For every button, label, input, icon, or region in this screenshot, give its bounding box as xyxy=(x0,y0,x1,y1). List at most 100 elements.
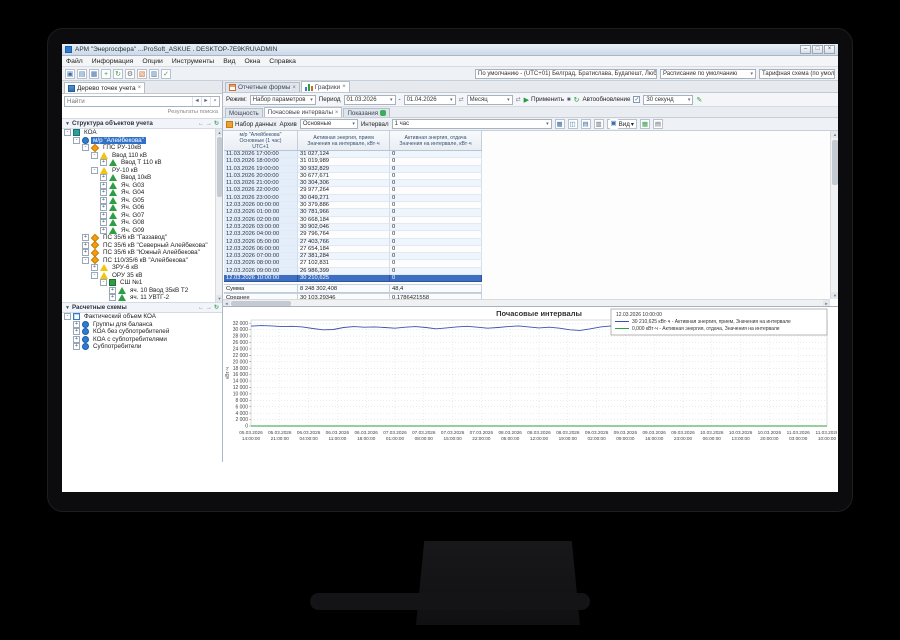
table-cell[interactable]: 27 102,831 xyxy=(298,260,390,267)
expand-node-icon[interactable]: + xyxy=(100,189,107,196)
link-step-icon[interactable]: ⇄ xyxy=(516,96,521,103)
date-from-select[interactable]: 01.03.2026▾ xyxy=(344,95,396,105)
expand-node-icon[interactable]: + xyxy=(100,197,107,204)
expand-node-icon[interactable]: + xyxy=(100,227,107,234)
tree-item[interactable]: +Яч. G04 xyxy=(62,189,222,197)
scheme-item[interactable]: +КОА с субпотребителями xyxy=(62,336,222,344)
table-row[interactable]: 12.03.2026 06:00:0027 654,1840 xyxy=(224,246,482,253)
mode-select[interactable]: Набор параметров▾ xyxy=(250,95,316,105)
table-cell[interactable]: 11.03.2026 22:00:00 xyxy=(224,187,298,194)
expand-node-icon[interactable]: + xyxy=(91,264,98,271)
table-cell[interactable]: 30 049,271 xyxy=(298,195,390,202)
table-cell[interactable]: 26 986,399 xyxy=(298,268,390,275)
column-header[interactable]: Активная энергия, приемЗначения на интер… xyxy=(298,131,390,150)
subtab-power[interactable]: Мощность xyxy=(225,108,263,117)
table-cell[interactable]: 12.03.2026 06:00:00 xyxy=(224,246,298,253)
tree-item[interactable]: +Ввод 10кВ xyxy=(62,174,222,182)
table-cell[interactable]: 0 xyxy=(390,166,482,173)
table-cell[interactable]: 0 xyxy=(390,224,482,231)
tree-item[interactable]: -м/р "Алейбекова" xyxy=(62,137,222,145)
close-icon[interactable]: × xyxy=(335,110,339,116)
table-cell[interactable]: 31 019,989 xyxy=(298,158,390,165)
table-row[interactable]: 12.03.2026 08:00:0027 102,8310 xyxy=(224,260,482,267)
table-cell[interactable]: 11.03.2026 20:00:00 xyxy=(224,173,298,180)
hourly-intervals-chart[interactable]: 02 0004 0006 0008 00010 00012 00014 0001… xyxy=(223,307,837,461)
subtab-hourly-intervals[interactable]: Почасовые интервалы× xyxy=(264,107,343,117)
table-cell[interactable]: 27 654,184 xyxy=(298,246,390,253)
export-excel-icon[interactable]: ▦ xyxy=(640,119,650,129)
close-icon[interactable]: × xyxy=(292,85,296,91)
close-icon[interactable]: × xyxy=(138,85,142,91)
expand-node-icon[interactable]: + xyxy=(100,219,107,226)
view-button[interactable]: ▣Вид▾ xyxy=(607,119,637,129)
table-cell[interactable]: 12.03.2026 07:00:00 xyxy=(224,253,298,260)
collapse-node-icon[interactable]: - xyxy=(91,167,98,174)
table-cell[interactable]: 0 xyxy=(390,173,482,180)
table-row[interactable]: 11.03.2026 19:00:0030 932,8290 xyxy=(224,166,482,173)
expand-node-icon[interactable]: + xyxy=(82,249,89,256)
column-header[interactable]: Активная энергия, отдачаЗначения на инте… xyxy=(390,131,482,150)
scheme-item[interactable]: +Группы для баланса xyxy=(62,321,222,329)
refresh-icon[interactable]: ↻ xyxy=(574,96,580,104)
table-icon[interactable]: ▦ xyxy=(89,69,99,79)
collapse-node-icon[interactable]: - xyxy=(82,144,89,151)
maximize-button[interactable]: □ xyxy=(812,45,823,54)
tree-item[interactable]: +ПС 35/6 кВ "Газзавод" xyxy=(62,234,222,242)
table-cell[interactable]: 0 xyxy=(390,180,482,187)
table-cell[interactable]: 11.03.2026 18:00:00 xyxy=(224,158,298,165)
collapse-node-icon[interactable]: - xyxy=(64,129,71,136)
table-cell[interactable]: 29 977,264 xyxy=(298,187,390,194)
table-row[interactable]: 12.03.2026 07:00:0027 381,2840 xyxy=(224,253,482,260)
menu-item-5[interactable]: Вид xyxy=(223,58,235,65)
dataset-button[interactable]: Набор данных xyxy=(226,121,276,128)
menu-item-3[interactable]: Опции xyxy=(142,58,162,65)
table-cell[interactable]: 12.03.2026 04:00:00 xyxy=(224,231,298,238)
table-cell[interactable]: 30 668,184 xyxy=(298,217,390,224)
close-button[interactable]: × xyxy=(824,45,835,54)
table-cell[interactable]: 12.03.2026 08:00:00 xyxy=(224,260,298,267)
refresh-icon[interactable]: ↻ xyxy=(214,304,219,312)
expand-node-icon[interactable]: + xyxy=(73,328,80,335)
table-cell[interactable]: 0 xyxy=(390,217,482,224)
scroll-down-icon[interactable]: ▼ xyxy=(831,292,838,299)
collapse-icon[interactable]: ▼ xyxy=(65,121,70,127)
expand-node-icon[interactable]: + xyxy=(109,287,116,294)
expand-node-icon[interactable]: + xyxy=(73,343,80,350)
tree-item[interactable]: +Яч. G03 xyxy=(62,182,222,190)
tree-item[interactable]: -ПС 110/35/6 кВ "Алейбекова" xyxy=(62,257,222,265)
forward-icon[interactable]: → xyxy=(206,304,212,312)
tree-item[interactable]: +Яч. G07 xyxy=(62,212,222,220)
tab-tree-points[interactable]: Дерево точек учета × xyxy=(64,82,145,93)
collapse-node-icon[interactable]: - xyxy=(73,137,80,144)
table-cell[interactable]: 0 xyxy=(390,260,482,267)
next-result-icon[interactable]: ► xyxy=(201,97,210,106)
collapse-icon[interactable]: ▼ xyxy=(65,305,70,311)
table-cell[interactable]: 30 932,829 xyxy=(298,166,390,173)
table-cell[interactable]: 30 781,966 xyxy=(298,209,390,216)
split-view-icon[interactable]: ◫ xyxy=(568,119,578,129)
refresh-icon[interactable]: ↻ xyxy=(214,120,219,128)
table-row[interactable]: 11.03.2026 21:00:0030 304,3060 xyxy=(224,180,482,187)
table-cell[interactable]: 0 xyxy=(390,158,482,165)
table-row[interactable]: 12.03.2026 03:00:0030 902,0460 xyxy=(224,224,482,231)
tree-item[interactable]: +Яч. G08 xyxy=(62,219,222,227)
tab-report-forms[interactable]: Отчетные формы × xyxy=(225,82,300,92)
table-row[interactable]: 12.03.2026 05:00:0027 403,7660 xyxy=(224,239,482,246)
tree-item[interactable]: -РУ-10 кВ xyxy=(62,167,222,175)
link-dates-icon[interactable]: ⇄ xyxy=(459,96,464,103)
table-cell[interactable]: 30 902,046 xyxy=(298,224,390,231)
table-cell[interactable]: 0 xyxy=(390,268,482,275)
tree-item[interactable]: +ПС 35/6 кВ "Северный Алейбекова" xyxy=(62,242,222,250)
menu-item-7[interactable]: Справка xyxy=(269,58,296,65)
column-header[interactable]: м/р "Алейбекова"Основные (1 час)UTC+1 xyxy=(224,131,298,150)
menu-item-1[interactable]: Файл xyxy=(66,58,83,65)
tree-item[interactable]: -СШ №1 xyxy=(62,279,222,287)
scheme-item[interactable]: +Субпотребители xyxy=(62,343,222,351)
scroll-up-icon[interactable]: ▲ xyxy=(216,129,222,136)
print-icon[interactable]: ▤ xyxy=(653,119,663,129)
menu-item-2[interactable]: Информация xyxy=(92,58,134,65)
forward-icon[interactable]: → xyxy=(206,120,212,128)
collapse-node-icon[interactable]: - xyxy=(100,279,107,286)
table-cell[interactable]: 31 027,124 xyxy=(298,151,390,158)
table-cell[interactable]: 0 xyxy=(390,275,482,282)
